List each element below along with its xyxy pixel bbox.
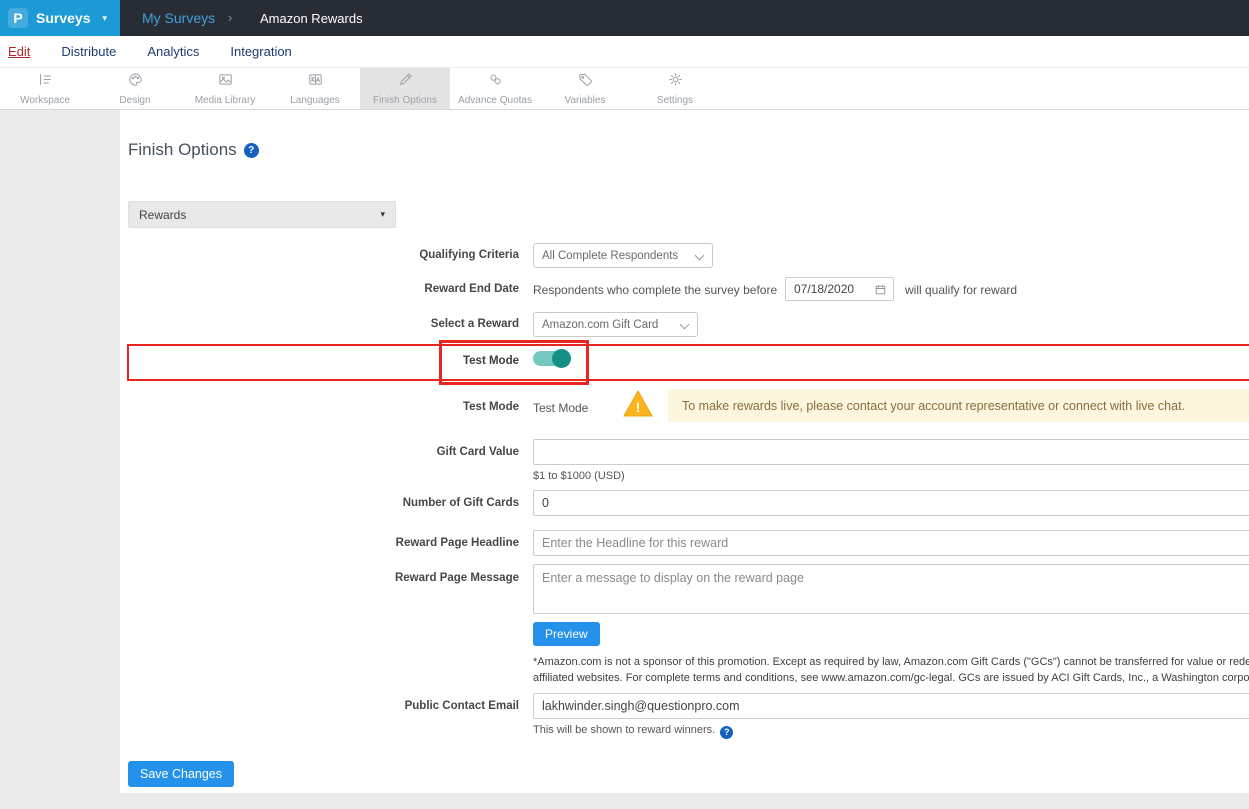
public-contact-email-input[interactable] (533, 693, 1249, 719)
svg-text:!: ! (636, 399, 641, 415)
gift-card-value-helper: $1 to $1000 (USD) (533, 470, 625, 482)
toggle-knob (552, 349, 571, 368)
breadcrumb-separator: › (228, 10, 232, 25)
number-of-gift-cards-label: Number of Gift Cards (259, 497, 519, 509)
warning-icon: ! (622, 389, 654, 423)
variables-icon (577, 71, 594, 93)
amazon-disclaimer-line1: *Amazon.com is not a sponsor of this pro… (533, 656, 1249, 668)
languages-icon (307, 71, 324, 93)
questionpro-logo-icon: P (8, 8, 28, 28)
reward-page-headline-label: Reward Page Headline (259, 537, 519, 549)
test-mode-status-label: Test Mode (259, 401, 519, 413)
number-of-gift-cards-input[interactable] (533, 490, 1249, 516)
select-reward-label: Select a Reward (259, 318, 519, 330)
qualifying-criteria-label: Qualifying Criteria (259, 249, 519, 261)
public-contact-email-label: Public Contact Email (259, 700, 519, 712)
test-mode-toggle-label: Test Mode (259, 355, 519, 367)
test-mode-banner: To make rewards live, please contact you… (668, 389, 1249, 422)
page-title: Finish Options? (128, 140, 259, 160)
toolbar-item-workspace[interactable]: Workspace (0, 68, 90, 109)
media-library-icon (217, 71, 234, 93)
toolbar-item-media-library[interactable]: Media Library (180, 68, 270, 109)
caret-down-icon: ▾ (102, 13, 107, 24)
reward-page-message-label: Reward Page Message (259, 572, 519, 584)
nav-tab-edit[interactable]: Edit (8, 44, 30, 59)
toolbar-item-languages[interactable]: Languages (270, 68, 360, 109)
finish-options-icon (397, 71, 414, 93)
reward-end-date-label: Reward End Date (259, 283, 519, 295)
product-name: Surveys (36, 10, 90, 26)
reward-page-message-textarea[interactable] (533, 564, 1249, 614)
chevron-down-icon (695, 251, 705, 261)
select-reward-select[interactable]: Amazon.com Gift Card (533, 312, 698, 337)
test-mode-toggle[interactable] (533, 351, 569, 366)
reward-end-date-suffix: will qualify for reward (905, 283, 1017, 297)
rewards-dropdown-value: Rewards (139, 208, 186, 222)
help-icon[interactable]: ? (244, 143, 259, 158)
gift-card-value-input[interactable] (533, 439, 1249, 465)
public-contact-email-helper: This will be shown to reward winners.? (533, 724, 733, 739)
main-nav: Edit Distribute Analytics Integration (0, 36, 1249, 68)
topbar: P Surveys ▾ My Surveys › Amazon Rewards (0, 0, 1249, 36)
caret-down-icon: ▾ (380, 209, 385, 220)
nav-tab-analytics[interactable]: Analytics (147, 44, 199, 59)
gift-card-value-label: Gift Card Value (259, 446, 519, 458)
edit-toolbar: Workspace Design Media Library Languages… (0, 68, 1249, 110)
breadcrumb-current: Amazon Rewards (260, 11, 363, 26)
test-mode-status-value: Test Mode (533, 401, 588, 415)
toolbar-item-variables[interactable]: Variables (540, 68, 630, 109)
nav-tab-distribute[interactable]: Distribute (61, 44, 116, 59)
chevron-down-icon (680, 320, 690, 330)
page: P Surveys ▾ My Surveys › Amazon Rewards … (0, 0, 1249, 809)
product-switcher[interactable]: P Surveys ▾ (0, 0, 120, 36)
reward-page-headline-input[interactable] (533, 530, 1249, 556)
design-icon (127, 71, 144, 93)
help-icon[interactable]: ? (720, 726, 733, 739)
rewards-dropdown[interactable]: Rewards ▾ (128, 201, 396, 228)
toolbar-item-advance-quotas[interactable]: Advance Quotas (450, 68, 540, 109)
amazon-disclaimer-line2: affiliated websites. For complete terms … (533, 672, 1249, 684)
save-changes-button[interactable]: Save Changes (128, 761, 234, 787)
preview-button[interactable]: Preview (533, 622, 600, 646)
calendar-icon (874, 283, 887, 296)
breadcrumb-my-surveys[interactable]: My Surveys (142, 10, 215, 26)
reward-end-date-input[interactable]: 07/18/2020 (785, 277, 894, 301)
nav-tab-integration[interactable]: Integration (230, 44, 291, 59)
toolbar-item-finish-options[interactable]: Finish Options (360, 68, 450, 109)
workspace-icon (37, 71, 54, 93)
advance-quotas-icon (487, 71, 504, 93)
qualifying-criteria-select[interactable]: All Complete Respondents (533, 243, 713, 268)
toolbar-item-design[interactable]: Design (90, 68, 180, 109)
settings-icon (667, 71, 684, 93)
reward-end-date-prefix: Respondents who complete the survey befo… (533, 283, 777, 297)
toolbar-item-settings[interactable]: Settings (630, 68, 720, 109)
